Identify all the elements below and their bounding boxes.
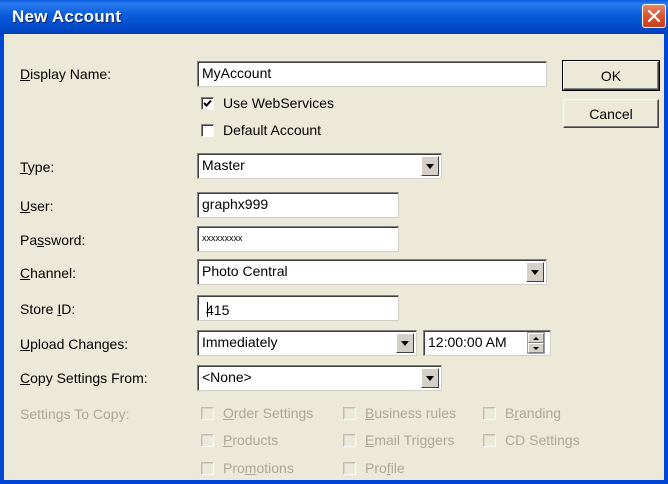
checkmark-icon — [203, 99, 212, 107]
use-webservices-checkbox[interactable] — [201, 97, 214, 110]
channel-value: Photo Central — [202, 263, 288, 279]
label-text: mail Triggers — [374, 432, 455, 448]
text-caret — [207, 302, 208, 317]
ok-button-label: OK — [600, 68, 622, 84]
user-input[interactable]: graphx999 — [197, 192, 399, 218]
chevron-down-icon[interactable] — [421, 368, 439, 388]
promotions-checkbox[interactable] — [201, 462, 214, 475]
business-rules-checkbox[interactable] — [343, 407, 356, 420]
label-accelerator: U — [20, 198, 31, 214]
label-accelerator: P — [223, 432, 233, 448]
label-text: ser: — [30, 198, 54, 214]
promotions-label[interactable]: Promotions — [223, 460, 294, 476]
time-spin-down[interactable] — [528, 343, 544, 353]
order-settings-label[interactable]: Order Settings — [223, 405, 313, 421]
label-accelerator: D — [20, 66, 31, 82]
copy-settings-from-dropdown[interactable]: <None> — [197, 365, 442, 391]
label-text: Pro — [223, 460, 245, 476]
chevron-down-icon[interactable] — [396, 333, 414, 353]
label-text: anding — [519, 405, 562, 421]
label-text: otions — [256, 460, 294, 476]
type-value: Master — [202, 157, 245, 173]
upload-changes-dropdown[interactable]: Immediately — [197, 330, 417, 356]
new-account-dialog: New Account Display Name: Type: User: Pa… — [0, 0, 668, 484]
order-settings-checkbox[interactable] — [201, 407, 214, 420]
label-accelerator: C — [20, 265, 31, 281]
label-text: ile — [390, 460, 405, 476]
password-label: Password: — [20, 232, 85, 248]
label-accelerator: C — [20, 370, 31, 386]
label-text: pload Changes: — [30, 336, 129, 352]
email-triggers-label[interactable]: Email Triggers — [365, 432, 454, 448]
label-accelerator: T — [20, 159, 28, 175]
channel-dropdown[interactable]: Photo Central — [197, 259, 547, 285]
cd-settings-checkbox[interactable] — [483, 434, 496, 447]
type-dropdown[interactable]: Master — [197, 153, 442, 179]
ok-button[interactable]: OK — [562, 60, 660, 91]
cd-settings-label[interactable]: CD Settings — [505, 432, 580, 448]
window-title: New Account — [12, 7, 122, 26]
default-account-checkbox[interactable] — [201, 124, 214, 137]
business-rules-label[interactable]: Business rules — [365, 405, 456, 421]
close-icon — [648, 10, 660, 22]
chevron-down-icon[interactable] — [526, 262, 544, 282]
label-text: Store — [20, 301, 58, 317]
label-text: ype: — [27, 159, 55, 175]
email-triggers-checkbox[interactable] — [343, 434, 356, 447]
label-accelerator: E — [365, 432, 375, 448]
copy-settings-from-value: <None> — [202, 369, 252, 385]
copy-settings-from-label: Copy Settings From: — [20, 370, 148, 386]
user-value: graphx999 — [202, 196, 269, 212]
label-text: opy Settings From: — [30, 370, 148, 386]
label-text: Pro — [365, 460, 387, 476]
label-text: D: — [61, 301, 76, 317]
type-label: Type: — [20, 159, 54, 175]
label-text: hannel: — [30, 265, 77, 281]
display-name-input[interactable]: MyAccount — [197, 61, 547, 87]
profile-label[interactable]: Profile — [365, 460, 405, 476]
default-account-label[interactable]: Default Account — [223, 122, 321, 138]
display-name-value: MyAccount — [202, 65, 272, 81]
time-spin-up[interactable] — [528, 333, 544, 343]
label-accelerator: m — [244, 460, 257, 476]
user-label: User: — [20, 198, 53, 214]
password-value: xxxxxxxxx — [202, 233, 243, 243]
upload-time-value: 12:00:00 AM — [428, 334, 507, 350]
profile-checkbox[interactable] — [343, 462, 356, 475]
window-frame-right — [664, 34, 668, 484]
upload-changes-label: Upload Changes: — [20, 336, 128, 352]
label-accelerator: O — [223, 405, 234, 421]
title-bar[interactable]: New Account — [0, 0, 668, 34]
store-id-text: 415 — [206, 302, 230, 318]
products-label[interactable]: Products — [223, 432, 278, 448]
label-text: isplay Name: — [30, 66, 112, 82]
store-id-input[interactable]: 415 — [197, 295, 399, 321]
label-accelerator: B — [365, 405, 375, 421]
channel-label: Channel: — [20, 265, 76, 281]
label-text: Pa — [20, 232, 38, 248]
display-name-label: Display Name: — [20, 66, 111, 82]
window-frame-bottom — [0, 480, 668, 484]
use-webservices-label[interactable]: Use WebServices — [223, 95, 334, 111]
branding-checkbox[interactable] — [483, 407, 496, 420]
products-checkbox[interactable] — [201, 434, 214, 447]
label-text: sword: — [44, 232, 86, 248]
store-id-label: Store ID: — [20, 301, 75, 317]
label-text: CD Settings — [505, 432, 580, 448]
upload-changes-value: Immediately — [202, 334, 278, 350]
branding-label[interactable]: Branding — [505, 405, 561, 421]
cancel-button-label: Cancel — [589, 106, 633, 122]
label-text: roducts — [232, 432, 279, 448]
close-button[interactable] — [642, 4, 666, 28]
settings-to-copy-label: Settings To Copy: — [20, 406, 130, 422]
label-text: rder Settings — [233, 405, 314, 421]
chevron-down-icon[interactable] — [421, 156, 439, 176]
label-text: usiness rules — [374, 405, 457, 421]
password-input[interactable]: xxxxxxxxx — [197, 226, 399, 252]
label-text: B — [505, 405, 515, 421]
window-frame-left — [0, 34, 4, 484]
cancel-button[interactable]: Cancel — [563, 99, 659, 128]
label-accelerator: U — [20, 336, 31, 352]
spin-arrows-icon[interactable] — [527, 332, 545, 354]
